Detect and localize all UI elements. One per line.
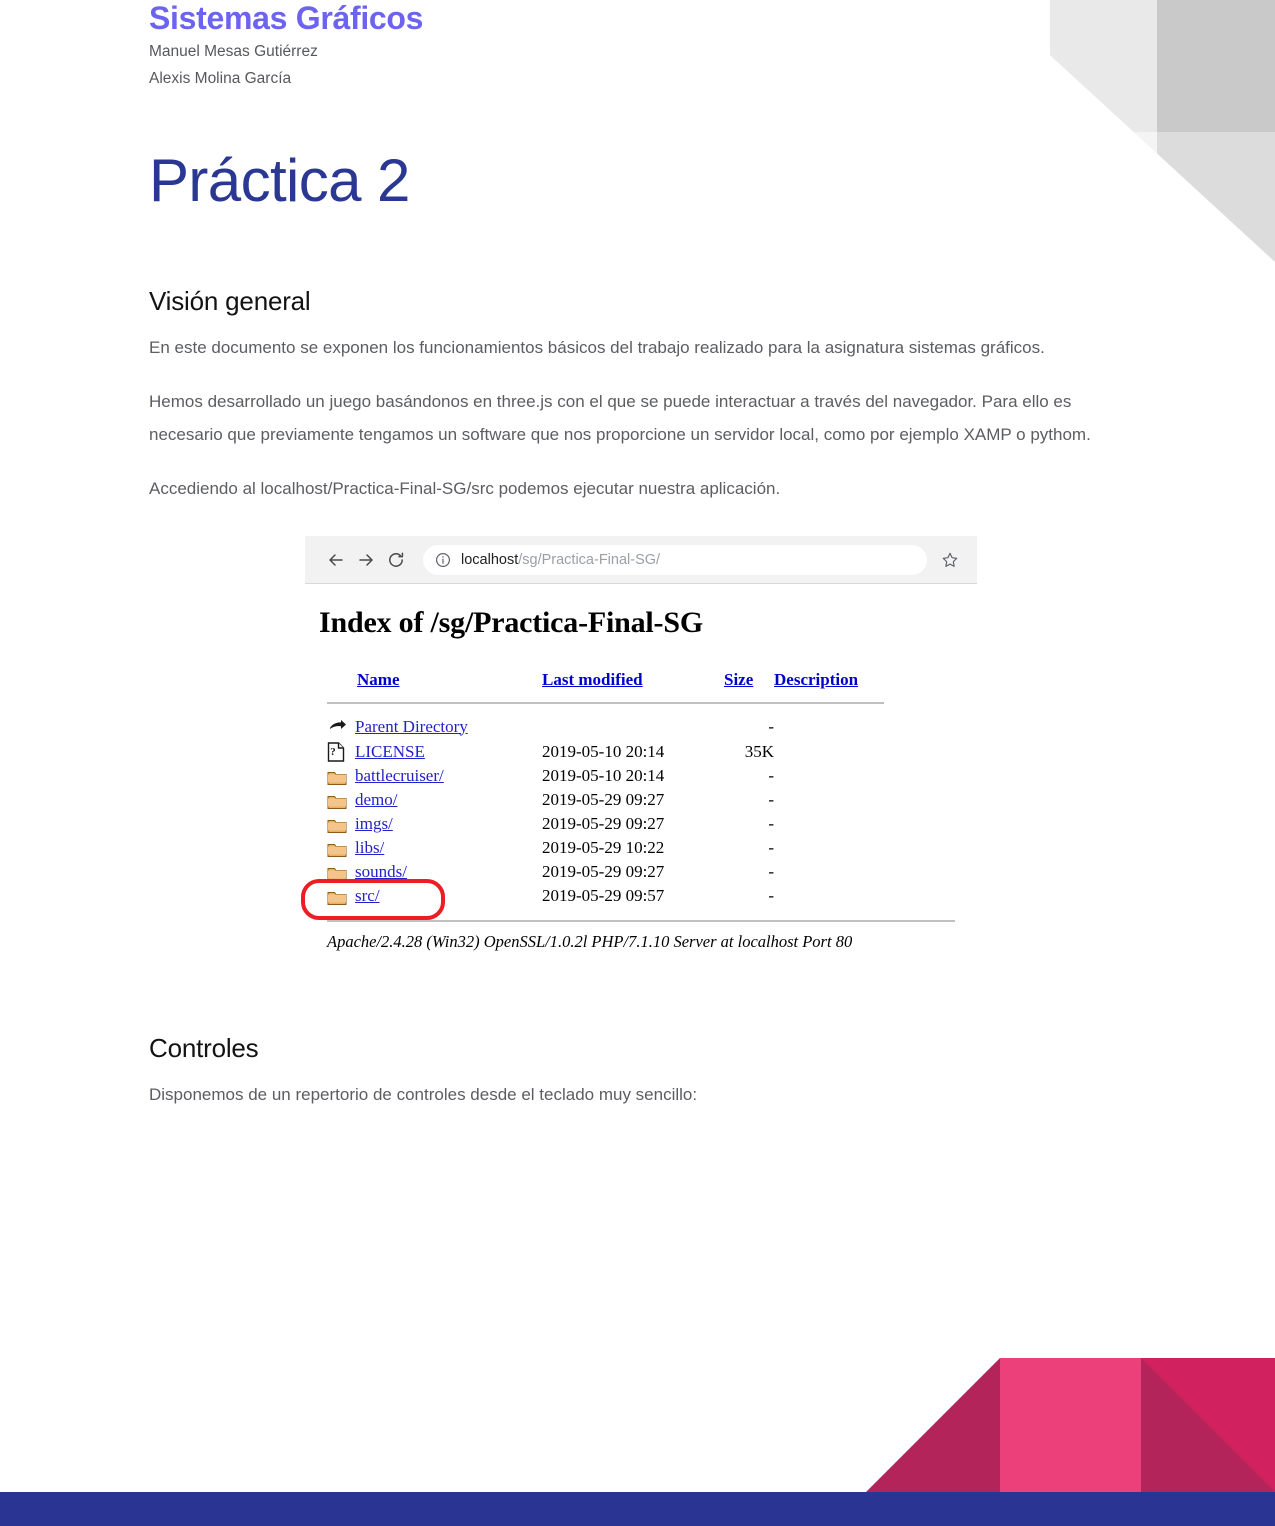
entry-size: -: [768, 886, 774, 906]
entry-modified: 2019-05-10 20:14: [542, 766, 665, 786]
paragraph: Accediendo al localhost/Practica-Final-S…: [149, 479, 781, 499]
table-bottom-rule: [327, 920, 955, 923]
table-top-rule: [327, 696, 884, 714]
column-header-description[interactable]: Description: [774, 670, 884, 696]
entry-description: [774, 884, 884, 908]
browser-window: localhost/sg/Practica-Final-SG/ Index of…: [301, 536, 977, 971]
address-bar[interactable]: localhost/sg/Practica-Final-SG/: [423, 544, 927, 575]
section-heading-vision-general: Visión general: [149, 286, 311, 316]
figure-browser-screenshot: localhost/sg/Practica-Final-SG/ Index of…: [301, 536, 977, 971]
apache-index-heading: Index of /sg/Practica-Final-SG: [319, 606, 703, 639]
table-row[interactable]: ? LICENSE 2019-05-10 20:14 35K: [327, 739, 884, 764]
document-header: Sistemas Gráficos Manuel Mesas Gutiérrez…: [149, 0, 1109, 93]
directory-listing-table: Name Last modified Size Description Pare…: [301, 670, 884, 921]
author-name: Manuel Mesas Gutiérrez: [149, 42, 318, 60]
document-page: Sistemas Gráficos Manuel Mesas Gutiérrez…: [0, 0, 1275, 1526]
address-bar-host: localhost: [461, 551, 519, 568]
folder-icon: [327, 860, 355, 884]
entry-description: [774, 812, 884, 836]
entry-name[interactable]: Parent Directory: [355, 714, 542, 739]
browser-toolbar: localhost/sg/Practica-Final-SG/: [305, 536, 977, 584]
address-bar-path: /sg/Practica-Final-SG/: [518, 551, 661, 568]
entry-description: [774, 788, 884, 812]
entry-modified: 2019-05-29 09:27: [542, 790, 665, 810]
table-row[interactable]: imgs/ 2019-05-29 09:27 -: [327, 812, 884, 836]
entry-size: -: [768, 814, 774, 834]
author-name: Alexis Molina García: [149, 70, 292, 88]
folder-icon: [327, 836, 355, 860]
entry-name[interactable]: sounds/: [355, 860, 542, 884]
reload-icon[interactable]: [381, 545, 411, 575]
entry-modified: 2019-05-29 09:57: [542, 886, 665, 906]
arrow-right-icon[interactable]: [351, 545, 381, 575]
apache-index-page: Index of /sg/Practica-Final-SG Name Last…: [301, 584, 977, 971]
section-heading-controles: Controles: [149, 1033, 259, 1064]
paragraph: Disponemos de un repertorio de controles…: [149, 1084, 698, 1104]
entry-size: -: [768, 766, 774, 786]
entry-name[interactable]: demo/: [355, 788, 542, 812]
apache-server-signature: Apache/2.4.28 (Win32) OpenSSL/1.0.2l PHP…: [327, 932, 853, 952]
entry-description: [774, 764, 884, 788]
table-row[interactable]: demo/ 2019-05-29 09:27 -: [327, 788, 884, 812]
info-circle-icon[interactable]: [435, 552, 451, 568]
entry-modified: 2019-05-29 09:27: [542, 862, 665, 882]
folder-icon: [327, 764, 355, 788]
paragraph: En este documento se exponen los funcion…: [149, 337, 1045, 357]
entry-name[interactable]: src/: [355, 884, 542, 908]
table-row[interactable]: sounds/ 2019-05-29 09:27 -: [327, 860, 884, 884]
entry-size: -: [768, 790, 774, 810]
entry-modified: 2019-05-10 20:14: [542, 741, 665, 761]
table-row[interactable]: Parent Directory -: [327, 714, 884, 739]
column-header-size[interactable]: Size: [724, 670, 774, 696]
paragraph: Hemos desarrollado un juego basándonos e…: [149, 392, 1091, 444]
entry-name[interactable]: libs/: [355, 836, 542, 860]
column-header-last-modified[interactable]: Last modified: [542, 670, 724, 696]
entry-description: [774, 714, 884, 739]
svg-text:?: ?: [330, 746, 336, 758]
address-bar-url: localhost/sg/Practica-Final-SG/: [461, 552, 660, 568]
entry-description: [774, 860, 884, 884]
entry-name[interactable]: imgs/: [355, 812, 542, 836]
table-row[interactable]: battlecruiser/ 2019-05-10 20:14 -: [327, 764, 884, 788]
folder-icon: [327, 812, 355, 836]
column-header-icon: [327, 670, 355, 696]
entry-size: -: [768, 716, 774, 736]
arrow-left-icon[interactable]: [321, 545, 351, 575]
entry-modified: 2019-05-29 09:27: [542, 814, 665, 834]
table-row-highlighted[interactable]: src/ 2019-05-29 09:57 -: [301, 879, 884, 921]
unknown-file-icon: ?: [327, 739, 355, 764]
table-row[interactable]: libs/ 2019-05-29 10:22 -: [327, 836, 884, 860]
entry-description: [774, 739, 884, 764]
entry-size: 35K: [744, 741, 774, 761]
entry-name[interactable]: battlecruiser/: [355, 764, 542, 788]
entry-size: -: [768, 838, 774, 858]
column-header-name[interactable]: Name: [355, 670, 542, 696]
star-icon[interactable]: [937, 547, 963, 573]
entry-size: -: [768, 862, 774, 882]
course-title: Sistemas Gráficos: [149, 0, 424, 36]
page-title: Práctica 2: [149, 147, 410, 214]
table-header-row: Name Last modified Size Description: [327, 670, 884, 696]
corner-decoration-bottom-right: [0, 1358, 1275, 1526]
entry-description: [774, 836, 884, 860]
entry-modified: 2019-05-29 10:22: [542, 838, 665, 858]
folder-icon: [327, 788, 355, 812]
entry-name[interactable]: LICENSE: [355, 739, 542, 764]
document-body: Visión general En este documento se expo…: [149, 285, 1109, 1111]
back-arrow-icon: [327, 714, 355, 739]
folder-icon: [301, 879, 445, 921]
entry-modified: [542, 714, 724, 739]
